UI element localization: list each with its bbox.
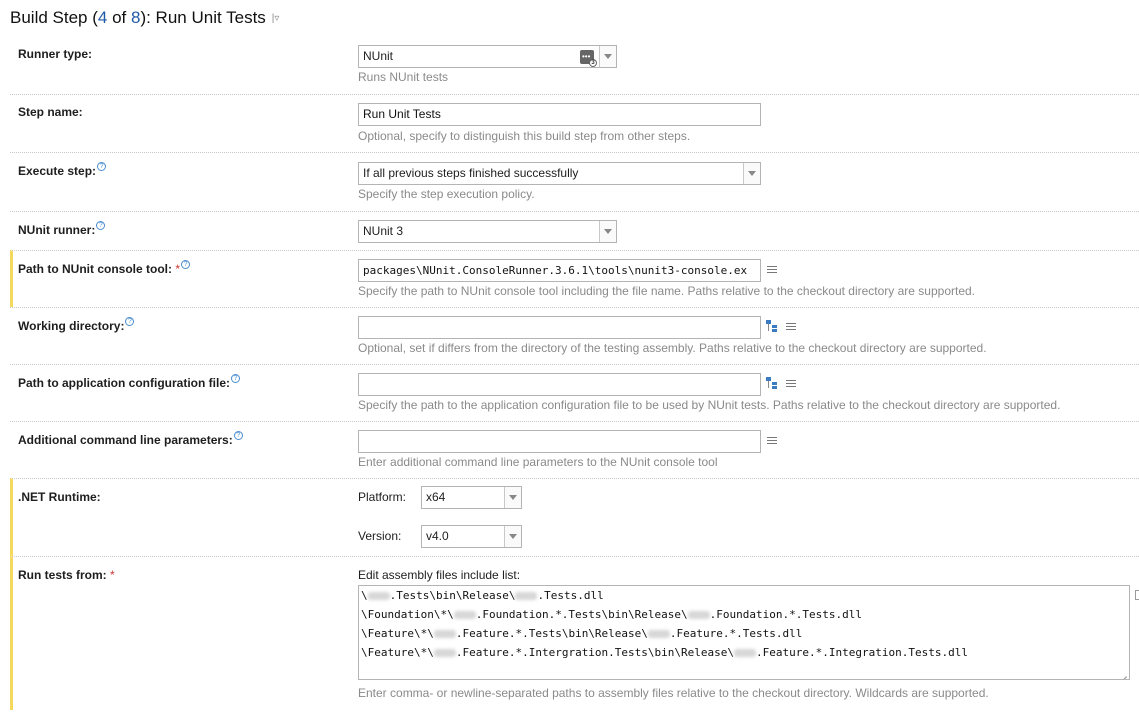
assembly-line: \Foundation\*\ .Foundation.*.Tests\bin\Re… xyxy=(361,608,862,621)
title-suffix: ): Run Unit Tests xyxy=(140,8,266,27)
run-tests-label-wrap: Run tests from: * xyxy=(18,568,115,582)
help-icon[interactable]: ? xyxy=(233,431,243,440)
execute-step-select[interactable]: If all previous steps finished successfu… xyxy=(358,162,761,185)
version-label: Version: xyxy=(358,529,402,543)
chevron-down-icon[interactable] xyxy=(504,487,521,508)
working-dir-input[interactable] xyxy=(358,316,761,339)
assembly-line: \Feature\*\ .Feature.*.Intergration.Tests… xyxy=(361,646,968,659)
console-tool-note: Specify the path to NUnit console tool i… xyxy=(358,284,976,298)
nunit-runner-label: NUnit runner: xyxy=(18,223,96,237)
title-of: of xyxy=(107,8,131,27)
chevron-down-icon[interactable] xyxy=(599,221,616,242)
chevron-down-icon[interactable] xyxy=(743,163,760,184)
help-icon[interactable]: ? xyxy=(231,374,240,383)
nunit-runner-value: NUnit 3 xyxy=(363,224,404,238)
runner-dots: ••• xyxy=(582,52,591,61)
runner-badge-number: 3 xyxy=(589,59,597,67)
redacted-text xyxy=(433,649,456,657)
app-config-label-wrap: Path to application configuration file:? xyxy=(18,374,240,390)
runner-type-label: Runner type: xyxy=(18,47,93,61)
help-icon[interactable]: ? xyxy=(96,221,106,230)
step-name-input[interactable]: Run Unit Tests xyxy=(358,103,761,126)
app-config-input[interactable] xyxy=(358,373,761,396)
runtime-label: .NET Runtime: xyxy=(18,490,101,504)
run-tests-note: Enter comma- or newline-separated paths … xyxy=(358,686,989,700)
console-tool-input[interactable]: packages\NUnit.ConsoleRunner.3.6.1\tools… xyxy=(358,259,761,282)
assembly-line: \Feature\*\ .Feature.*.Tests\bin\Release\… xyxy=(361,627,803,640)
step-current-link[interactable]: 4 xyxy=(98,8,107,27)
version-value: v4.0 xyxy=(426,529,449,543)
step-name-note: Optional, specify to distinguish this bu… xyxy=(358,129,691,143)
run-tests-label: Run tests from: xyxy=(18,568,107,582)
working-dir-label-wrap: Working directory:? xyxy=(18,317,135,333)
app-config-note: Specify the path to the application conf… xyxy=(358,398,1061,412)
page-title: Build Step (4 of 8): Run Unit Tests |▿ xyxy=(10,8,279,28)
execute-step-value: If all previous steps finished successfu… xyxy=(363,166,579,180)
nunit-runner-select[interactable]: NUnit 3 xyxy=(358,220,617,243)
console-tool-label: Path to NUnit console tool: xyxy=(18,262,172,276)
list-icon[interactable] xyxy=(786,380,796,389)
list-icon[interactable] xyxy=(786,323,796,332)
platform-select[interactable]: x64 xyxy=(421,486,522,509)
cmd-params-input[interactable] xyxy=(358,430,761,453)
working-dir-note: Optional, set if differs from the direct… xyxy=(358,341,987,355)
runner-type-value: NUnit xyxy=(363,49,394,63)
redacted-text xyxy=(367,592,390,600)
cmd-params-label: Additional command line parameters: xyxy=(18,433,233,447)
step-menu-chevron-icon[interactable]: |▿ xyxy=(272,13,280,24)
execute-step-label: Execute step: xyxy=(18,164,97,178)
redacted-text xyxy=(515,592,538,600)
help-icon[interactable]: ? xyxy=(125,317,135,326)
directory-tree-icon[interactable] xyxy=(766,320,778,332)
execute-step-label-wrap: Execute step:? xyxy=(18,162,107,178)
runner-type-note: Runs NUnit tests xyxy=(358,70,449,84)
platform-value: x64 xyxy=(426,490,446,504)
nunit-runner-label-wrap: NUnit runner:? xyxy=(18,221,106,237)
list-icon[interactable] xyxy=(767,266,777,275)
version-select[interactable]: v4.0 xyxy=(421,525,522,548)
redacted-text xyxy=(687,611,710,619)
working-dir-label: Working directory: xyxy=(18,319,125,333)
help-icon[interactable]: ? xyxy=(97,162,107,171)
redacted-text xyxy=(433,630,456,638)
directory-tree-icon[interactable] xyxy=(766,377,778,389)
redacted-text xyxy=(647,630,670,638)
required-mark: * xyxy=(175,262,181,276)
platform-label: Platform: xyxy=(358,490,407,504)
execute-step-note: Specify the step execution policy. xyxy=(358,187,535,201)
chevron-down-icon[interactable] xyxy=(504,526,521,547)
app-config-label: Path to application configuration file: xyxy=(18,376,230,390)
expand-editor-icon[interactable] xyxy=(1135,590,1139,600)
list-icon[interactable] xyxy=(767,437,777,446)
resize-handle-icon[interactable] xyxy=(1118,668,1127,677)
assembly-list-textarea[interactable]: \ .Tests\bin\Release\ .Tests.dll \Foundati… xyxy=(358,585,1130,680)
assembly-list-label: Edit assembly files include list: xyxy=(358,568,521,582)
cmd-params-note: Enter additional command line parameters… xyxy=(358,455,718,469)
redacted-text xyxy=(453,611,476,619)
console-tool-label-wrap: Path to NUnit console tool: *? xyxy=(18,260,191,276)
title-prefix: Build Step ( xyxy=(10,8,98,27)
nunit-runner-icon: ••• 3 xyxy=(580,50,597,67)
redacted-text xyxy=(734,649,757,657)
runner-type-select[interactable]: NUnit ••• 3 xyxy=(358,45,617,68)
step-name-label: Step name: xyxy=(18,105,83,119)
row-net-runtime: .NET Runtime: xyxy=(10,478,1139,556)
chevron-down-icon[interactable] xyxy=(599,46,616,67)
help-icon[interactable]: ? xyxy=(181,260,191,269)
assembly-line: \ .Tests\bin\Release\ .Tests.dll xyxy=(361,589,604,602)
required-mark: * xyxy=(110,568,115,582)
cmd-params-label-wrap: Additional command line parameters:? xyxy=(18,431,243,447)
